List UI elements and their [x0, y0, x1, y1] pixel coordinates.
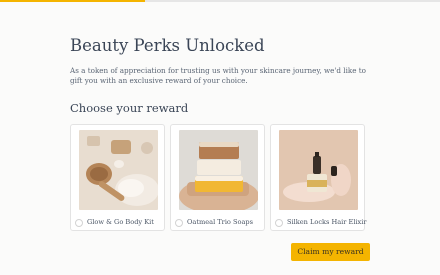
- hair-elixir-image: [279, 130, 358, 210]
- progress-bar: [0, 0, 440, 2]
- reward-heading: Choose your reward: [70, 101, 189, 115]
- reward-card-hair-elixir[interactable]: Silken Locks Hair Elixir: [270, 124, 367, 231]
- progress-bar-fill: [0, 0, 146, 2]
- reward-label: Silken Locks Hair Elixir: [287, 218, 367, 226]
- reward-label: Glow & Go Body Kit: [87, 218, 154, 226]
- soaps-image: [179, 130, 258, 210]
- reward-radio[interactable]: [175, 219, 183, 227]
- reward-radio[interactable]: [275, 219, 283, 227]
- page-title: Beauty Perks Unlocked: [70, 36, 265, 55]
- reward-label: Oatmeal Trio Soaps: [187, 218, 254, 226]
- reward-card-body-kit[interactable]: Glow & Go Body Kit: [70, 124, 165, 231]
- body-kit-image: [79, 130, 158, 210]
- reward-card-soaps[interactable]: Oatmeal Trio Soaps: [170, 124, 265, 231]
- claim-reward-button[interactable]: Claim my reward: [291, 243, 370, 261]
- reward-options: Glow & Go Body Kit Oatmeal Trio Soaps Si…: [70, 124, 367, 231]
- page-description: As a token of appreciation for trusting …: [70, 66, 367, 85]
- reward-radio[interactable]: [75, 219, 83, 227]
